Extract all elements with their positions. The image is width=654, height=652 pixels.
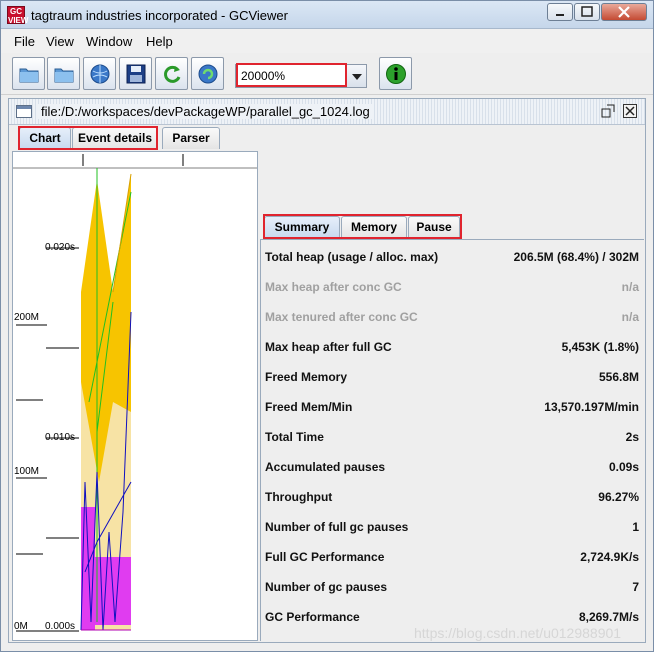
menu-help[interactable]: Help: [146, 34, 173, 49]
document-window-icon: [16, 105, 32, 118]
summary-row-value: 7: [632, 580, 639, 594]
info-icon: [386, 64, 406, 84]
minimize-icon: [556, 14, 564, 16]
summary-row-label: Max heap after full GC: [265, 340, 392, 354]
menu-window[interactable]: Window: [86, 34, 132, 49]
summary-pane: Summary Memory Pause Total heap (usage /…: [260, 151, 644, 641]
summary-row-value: 2s: [625, 430, 639, 444]
summary-row-value: 2,724.9K/s: [580, 550, 639, 564]
summary-row: Max tenured after conc GC n/a: [265, 310, 639, 328]
summary-row-value: n/a: [621, 310, 639, 324]
summary-row-label: Freed Memory: [265, 370, 348, 384]
restore-icon[interactable]: [601, 104, 615, 118]
summary-row-label: Accumulated pauses: [265, 460, 386, 474]
summary-row-label: Max tenured after conc GC: [265, 310, 418, 324]
open-recent-button[interactable]: [47, 57, 80, 90]
summary-row: Accumulated pauses 0.09s: [265, 460, 639, 478]
summary-row-value: 5,453K (1.8%): [561, 340, 639, 354]
summary-row-value: 1: [632, 520, 639, 534]
refresh-button[interactable]: [155, 57, 188, 90]
summary-row-value: 206.5M (68.4%) / 302M: [513, 250, 639, 264]
summary-row: Number of full gc pauses 1: [265, 520, 639, 538]
document-title: file:/D:/workspaces/devPackageWP/paralle…: [38, 104, 373, 119]
summary-row-label: Full GC Performance: [265, 550, 385, 564]
gcviewer-app-icon: GC VIEW: [7, 6, 29, 25]
maximize-button[interactable]: [574, 3, 600, 21]
title-bar[interactable]: GC VIEW tagtraum industries incorporated …: [1, 1, 653, 29]
tab-chart[interactable]: Chart: [19, 127, 71, 149]
toolbar: 20000%: [1, 53, 653, 95]
summary-row-value: 0.09s: [608, 460, 639, 474]
summary-row-label: Throughput: [265, 490, 333, 504]
zoom-combobox[interactable]: 20000%: [235, 64, 367, 88]
tab-event-details[interactable]: Event details: [72, 127, 158, 149]
axis-label-time-0.020: 0.020s: [45, 242, 76, 253]
axis-label-mem-100: 100M: [14, 466, 40, 477]
folder-icon: [54, 68, 74, 83]
disk-icon: [126, 64, 146, 84]
summary-row-value: 96.27%: [598, 490, 639, 504]
tab-summary[interactable]: Summary: [264, 216, 340, 238]
summary-row: Max heap after conc GC n/a: [265, 280, 639, 298]
open-file-button[interactable]: [12, 57, 45, 90]
zoom-value: 20000%: [241, 69, 286, 83]
document-close-icon[interactable]: [623, 104, 637, 118]
summary-row: Number of gc pauses 7: [265, 580, 639, 598]
summary-row-label: Total Time: [265, 430, 324, 444]
tab-memory[interactable]: Memory: [341, 216, 407, 238]
close-icon: [618, 6, 630, 18]
tab-pause[interactable]: Pause: [408, 216, 460, 238]
summary-row: Freed Mem/Min 13,570.197M/min: [265, 400, 639, 418]
maximize-icon: [581, 6, 593, 17]
axis-label-time-0.010: 0.010s: [45, 432, 76, 443]
export-button[interactable]: [119, 57, 152, 90]
summary-row: Total heap (usage / alloc. max) 206.5M (6…: [265, 250, 639, 268]
summary-row: Freed Memory 556.8M: [265, 370, 639, 388]
menu-file[interactable]: File: [14, 34, 35, 49]
summary-row-value: 13,570.197M/min: [544, 400, 639, 414]
summary-table: Total heap (usage / alloc. max) 206.5M (6…: [260, 239, 644, 641]
summary-row-value: 556.8M: [598, 370, 639, 384]
axis-label-mem-0: 0M: [14, 621, 28, 632]
watermark: https://blog.csdn.net/u012988901: [414, 625, 622, 641]
folder-icon: [19, 68, 39, 83]
gc-chart-svg: [13, 154, 257, 632]
chevron-down-icon[interactable]: [346, 65, 366, 87]
summary-row-label: GC Performance: [265, 610, 360, 624]
axis-label-time-0: 0.000s: [45, 621, 76, 632]
menu-bar: File View Window Help: [1, 29, 653, 53]
refresh-icon: [164, 65, 181, 83]
summary-row-value: 8,269.7M/s: [578, 610, 639, 624]
summary-row: Max heap after full GC 5,453K (1.8%): [265, 340, 639, 358]
gc-chart[interactable]: 0.020s 200M 0.010s 100M 0M 0.000s: [12, 151, 258, 641]
summary-row: Full GC Performance 2,724.9K/s: [265, 550, 639, 568]
menu-view[interactable]: View: [46, 34, 74, 49]
info-button[interactable]: [379, 57, 412, 90]
summary-row: Throughput 96.27%: [265, 490, 639, 508]
window-title: tagtraum industries incorporated - GCVie…: [31, 8, 288, 23]
summary-row: Total Time 2s: [265, 430, 639, 448]
axis-label-mem-200: 200M: [14, 312, 40, 323]
summary-row-value: n/a: [621, 280, 639, 294]
globe-icon: [90, 64, 110, 84]
minimize-button[interactable]: [547, 3, 573, 21]
internal-document-frame: file:/D:/workspaces/devPackageWP/paralle…: [8, 98, 646, 643]
watch-icon: [198, 64, 218, 84]
tab-parser[interactable]: Parser: [162, 127, 220, 149]
gcviewer-window: GC VIEW tagtraum industries incorporated …: [0, 0, 654, 652]
document-title-bar[interactable]: file:/D:/workspaces/devPackageWP/paralle…: [9, 99, 645, 125]
open-url-button[interactable]: [83, 57, 116, 90]
summary-row-label: Max heap after conc GC: [265, 280, 402, 294]
summary-row-label: Total heap (usage / alloc. max): [265, 250, 439, 264]
summary-row-label: Number of full gc pauses: [265, 520, 409, 534]
summary-row-label: Number of gc pauses: [265, 580, 388, 594]
close-button[interactable]: [601, 3, 647, 21]
summary-row-label: Freed Mem/Min: [265, 400, 353, 414]
watch-button[interactable]: [191, 57, 224, 90]
